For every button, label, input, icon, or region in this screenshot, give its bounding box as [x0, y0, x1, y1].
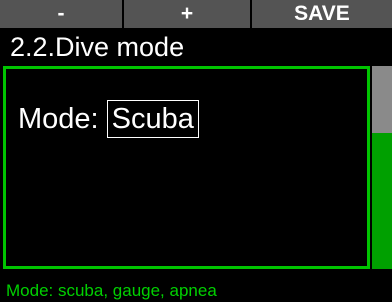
mode-value-selector[interactable]: Scuba: [106, 100, 199, 138]
page-title: 2.2.Dive mode: [10, 32, 185, 62]
scrollbar-thumb[interactable]: [372, 66, 392, 133]
soft-button-bar: - + SAVE: [0, 0, 392, 32]
save-button[interactable]: SAVE: [252, 0, 392, 28]
minus-button[interactable]: -: [0, 0, 122, 28]
mode-options-hint: Mode: scuba, gauge, apnea: [6, 281, 217, 300]
settings-panel: Mode: Scuba: [3, 66, 370, 269]
plus-button[interactable]: +: [124, 0, 250, 28]
mode-label: Mode:: [18, 102, 99, 135]
scrollbar[interactable]: [372, 66, 392, 269]
mode-setting-row: Mode: Scuba: [18, 99, 199, 139]
